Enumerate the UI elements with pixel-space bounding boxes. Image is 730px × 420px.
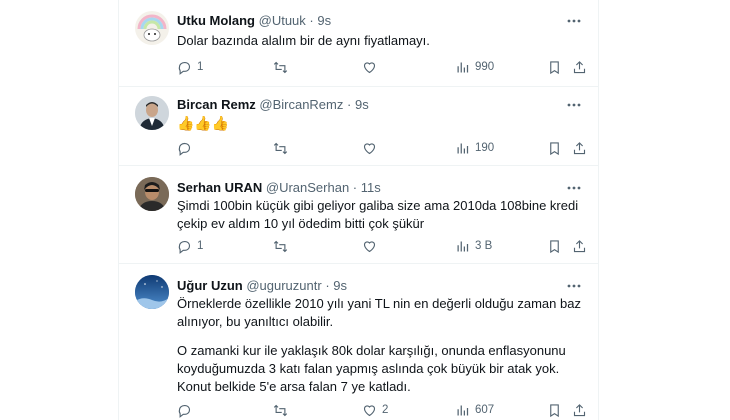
- bookmark-button[interactable]: [547, 139, 562, 157]
- tweet-text: Dolar bazında alalım bir de aynı fiyatla…: [177, 33, 430, 48]
- timestamp[interactable]: 9s: [355, 97, 369, 112]
- display-name[interactable]: Uğur Uzun: [177, 278, 243, 293]
- tweet-header: Utku Molang @Utuuk · 9s: [177, 13, 331, 28]
- retweet-button[interactable]: [273, 139, 293, 157]
- view-count: 607: [475, 404, 495, 416]
- view-count: 190: [475, 142, 495, 154]
- like-icon: [363, 240, 376, 252]
- retweet-button[interactable]: [273, 58, 293, 76]
- tweet-actions: 1 3 B: [177, 237, 587, 255]
- display-name[interactable]: Utku Molang: [177, 13, 255, 28]
- tweet-actions: 2 607: [177, 401, 587, 419]
- timestamp[interactable]: 11s: [361, 180, 381, 195]
- avatar[interactable]: [135, 11, 169, 45]
- like-icon: [363, 61, 376, 73]
- bookmark-icon: [550, 141, 559, 155]
- like-button[interactable]: 2: [362, 401, 388, 419]
- bookmark-icon: [550, 403, 559, 417]
- share-icon: [573, 141, 586, 154]
- separator: ·: [309, 13, 314, 28]
- share-icon: [573, 239, 586, 252]
- reply-button[interactable]: 1: [177, 237, 203, 255]
- reply-icon: [178, 240, 191, 254]
- avatar[interactable]: [135, 275, 169, 309]
- like-button[interactable]: [362, 237, 382, 255]
- like-icon: [363, 142, 376, 154]
- like-icon: [363, 404, 376, 416]
- share-button[interactable]: [572, 58, 587, 76]
- separator: ·: [352, 180, 358, 195]
- tweet-actions: 190: [177, 139, 587, 157]
- tweet-actions: 1 990: [177, 58, 587, 76]
- retweet-icon: [273, 61, 288, 73]
- like-button[interactable]: [362, 58, 382, 76]
- views-button[interactable]: 990: [455, 58, 494, 76]
- tweet[interactable]: Uğur Uzun @uguruzuntr · 9s Örneklerde öz…: [119, 264, 598, 420]
- bookmark-icon: [550, 60, 559, 74]
- timeline: Utku Molang @Utuuk · 9s Dolar bazında al…: [118, 0, 599, 420]
- user-handle[interactable]: @Utuuk: [259, 13, 306, 28]
- bookmark-button[interactable]: [547, 237, 562, 255]
- tweet-text: Şimdi 100bin küçük gibi geliyor galiba s…: [177, 198, 579, 231]
- bookmark-button[interactable]: [547, 58, 562, 76]
- timestamp[interactable]: 9s: [333, 278, 347, 293]
- like-button[interactable]: [362, 139, 382, 157]
- separator: ·: [347, 97, 352, 112]
- reply-icon: [178, 142, 191, 156]
- display-name[interactable]: Serhan URAN: [177, 180, 262, 195]
- tweet-text: 👍👍👍: [177, 115, 230, 131]
- bookmark-icon: [550, 239, 559, 253]
- share-button[interactable]: [572, 139, 587, 157]
- avatar[interactable]: [135, 177, 169, 211]
- tweet-header: Serhan URAN @UranSerhan · 11s: [177, 180, 381, 195]
- views-icon: [457, 62, 469, 72]
- tweet-text-paragraph: O zamanki kur ile yaklaşık 80k dolar kar…: [177, 343, 566, 394]
- view-count: 3 B: [475, 240, 493, 252]
- reply-icon: [178, 61, 191, 75]
- views-button[interactable]: 190: [455, 139, 494, 157]
- more-icon[interactable]: [565, 179, 583, 197]
- tweet[interactable]: Serhan URAN @UranSerhan · 11s Şimdi 100b…: [119, 166, 598, 264]
- bookmark-button[interactable]: [547, 401, 562, 419]
- tweet[interactable]: Utku Molang @Utuuk · 9s Dolar bazında al…: [119, 0, 598, 87]
- timestamp[interactable]: 9s: [317, 13, 331, 28]
- avatar[interactable]: [135, 96, 169, 130]
- views-icon: [457, 241, 469, 251]
- views-icon: [457, 405, 469, 415]
- share-button[interactable]: [572, 237, 587, 255]
- retweet-icon: [273, 240, 288, 252]
- views-button[interactable]: 3 B: [455, 237, 492, 255]
- views-icon: [457, 143, 469, 153]
- user-handle[interactable]: @uguruzuntr: [246, 278, 321, 293]
- reply-count: 1: [197, 61, 204, 73]
- more-icon[interactable]: [565, 277, 583, 295]
- retweet-button[interactable]: [273, 401, 293, 419]
- tweet-text: Örneklerde özellikle 2010 yılı yani TL n…: [177, 296, 581, 329]
- retweet-button[interactable]: [273, 237, 293, 255]
- retweet-icon: [273, 404, 288, 416]
- tweet-header: Bircan Remz @BircanRemz · 9s: [177, 97, 369, 112]
- user-handle[interactable]: @UranSerhan: [266, 180, 349, 195]
- share-icon: [573, 403, 586, 416]
- more-icon[interactable]: [565, 96, 583, 114]
- reply-button[interactable]: 1: [177, 58, 203, 76]
- display-name[interactable]: Bircan Remz: [177, 97, 256, 112]
- share-icon: [573, 60, 586, 73]
- view-count: 990: [475, 61, 495, 73]
- views-button[interactable]: 607: [455, 401, 494, 419]
- more-icon[interactable]: [565, 12, 583, 30]
- reply-button[interactable]: [177, 139, 197, 157]
- retweet-icon: [273, 142, 288, 154]
- tweet[interactable]: Bircan Remz @BircanRemz · 9s 👍👍👍 190: [119, 87, 598, 166]
- share-button[interactable]: [572, 401, 587, 419]
- like-count: 2: [382, 404, 389, 416]
- user-handle[interactable]: @BircanRemz: [259, 97, 343, 112]
- reply-button[interactable]: [177, 401, 197, 419]
- reply-icon: [178, 404, 191, 418]
- tweet-header: Uğur Uzun @uguruzuntr · 9s: [177, 278, 347, 293]
- reply-count: 1: [197, 240, 204, 252]
- separator: ·: [325, 278, 330, 293]
